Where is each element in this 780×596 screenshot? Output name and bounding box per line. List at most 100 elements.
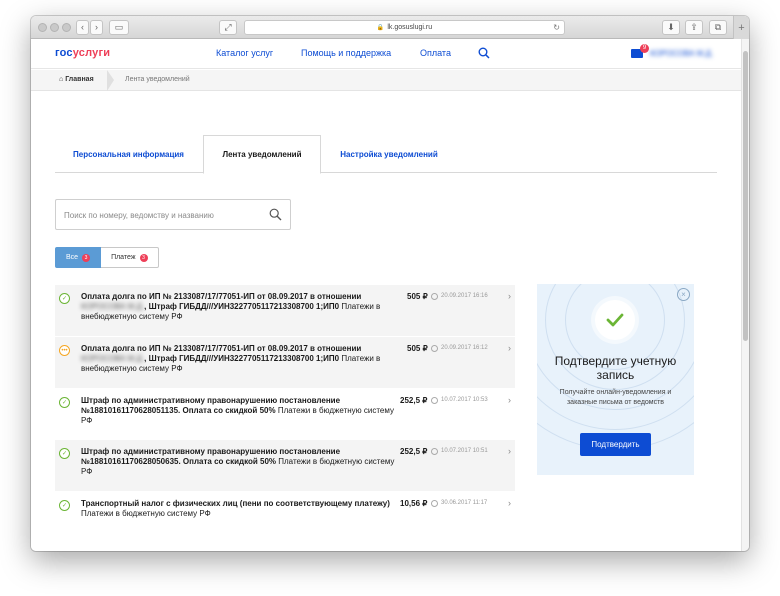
breadcrumb-home[interactable]: ⌂ Главная [59, 76, 94, 83]
forward-icon[interactable]: › [90, 20, 103, 35]
fullscreen-icon[interactable]: ⤢ [219, 20, 237, 35]
notification-amount: 505 ₽ [407, 292, 428, 301]
notification-title: Транспортный налог с физических лиц (пен… [81, 499, 390, 508]
breadcrumb-home-label: Главная [65, 76, 94, 83]
notification-amount: 10,56 ₽ [400, 499, 428, 508]
logo-text-accent: услуги [72, 47, 111, 59]
scrollbar[interactable] [741, 39, 749, 551]
notification-text: Штраф по административному правонарушени… [81, 396, 401, 426]
filter-payment[interactable]: Платеж 3 [101, 247, 159, 268]
home-icon: ⌂ [59, 76, 64, 83]
card-title: Подтвердите учетную запись [554, 354, 677, 382]
notification-title: Оплата долга по ИП № 2133087/17/77051-ИП… [81, 344, 362, 353]
notification-list: ✓ Оплата долга по ИП № 2133087/17/77051-… [55, 285, 515, 532]
zoom-window-button[interactable] [62, 23, 71, 32]
user-name[interactable]: КОРОСОВА М.Д. [650, 49, 713, 58]
notification-date: 20.09.2017 16:16 [441, 293, 488, 299]
tab-notifications-feed[interactable]: Лента уведомлений [203, 135, 321, 174]
hidden-name: КОРОСОВА М.Д. [81, 302, 145, 311]
notification-date: 10.07.2017 10:53 [441, 397, 488, 403]
notification-date: 20.09.2017 16:12 [441, 345, 488, 351]
notification-amount: 505 ₽ [407, 344, 428, 353]
notification-text: Штраф по административному правонарушени… [81, 447, 401, 477]
new-tab-icon[interactable]: + [733, 16, 749, 39]
status-done-icon: ✓ [59, 293, 70, 304]
confirm-button[interactable]: Подтвердить [580, 433, 651, 456]
address-bar[interactable]: 🔒 lk.gosuslugi.ru ↻ [244, 20, 565, 35]
nav-catalog-link[interactable]: Каталог услуг [216, 48, 273, 58]
filter-payment-label: Платеж [111, 254, 136, 261]
notification-text: Оплата долга по ИП № 2133087/17/77051-ИП… [81, 344, 401, 374]
tab-personal-info[interactable]: Персональная информация [55, 135, 202, 173]
breadcrumb: ⌂ Главная Лента уведомлений [31, 70, 741, 91]
sidebar-icon[interactable]: ▭ [109, 20, 129, 35]
logo-text-main: гос [55, 47, 73, 59]
clock-icon [431, 397, 438, 404]
breadcrumb-current: Лента уведомлений [125, 76, 190, 83]
chevron-right-icon: › [508, 395, 511, 405]
minimize-window-button[interactable] [50, 23, 59, 32]
clock-icon [431, 500, 438, 507]
hidden-name: КОРОСОВА М.Д. [81, 354, 145, 363]
page-content: госуслуги Каталог услуг Помощь и поддерж… [31, 39, 741, 551]
site-header: госуслуги Каталог услуг Помощь и поддерж… [31, 39, 741, 69]
confirm-account-card: × Подтвердите учетную запись Получайте о… [537, 284, 694, 475]
share-icon[interactable]: ⇪ [685, 20, 703, 35]
back-icon[interactable]: ‹ [76, 20, 89, 35]
notification-title-cont: , Штраф ГИБДД///УИН3227705117213308700 1… [144, 354, 340, 363]
reload-icon[interactable]: ↻ [553, 23, 560, 32]
status-done-icon: ✓ [59, 448, 70, 459]
notification-title: Оплата долга по ИП № 2133087/17/77051-ИП… [81, 292, 362, 301]
browser-toolbar: ‹ › ▭ ⤢ 🔒 lk.gosuslugi.ru ↻ ⬇ ⇪ ⧉ + [31, 16, 749, 39]
notification-item[interactable]: ••• Оплата долга по ИП № 2133087/17/7705… [55, 337, 515, 388]
filter-all-count: 3 [82, 253, 91, 262]
nav-help-link[interactable]: Помощь и поддержка [301, 48, 391, 58]
tab-bar: Персональная информация Лента уведомлени… [55, 135, 717, 174]
address-text: lk.gosuslugi.ru [387, 24, 433, 31]
check-icon [595, 300, 635, 340]
chevron-right-icon: › [508, 291, 511, 301]
downloads-icon[interactable]: ⬇ [662, 20, 680, 35]
notification-text: Транспортный налог с физических лиц (пен… [81, 499, 401, 519]
mail-badge: 9 [640, 44, 649, 53]
filter-payment-count: 3 [139, 253, 148, 262]
status-done-icon: ✓ [59, 500, 70, 511]
breadcrumb-separator [107, 70, 114, 91]
notification-amount: 252,5 ₽ [400, 396, 428, 405]
clock-icon [431, 448, 438, 455]
search-box [55, 199, 291, 230]
notification-date: 10.07.2017 10:51 [441, 448, 488, 454]
nav-payment-link[interactable]: Оплата [420, 48, 451, 58]
status-done-icon: ✓ [59, 397, 70, 408]
tab-notification-settings[interactable]: Настройка уведомлений [323, 135, 455, 173]
status-pending-icon: ••• [59, 345, 70, 356]
notification-title-cont: , Штраф ГИБДД///УИН3227705117213308700 1… [144, 302, 340, 311]
clock-icon [431, 293, 438, 300]
notification-date: 30.06.2017 11:17 [441, 500, 488, 506]
filter-group: Все 3 Платеж 3 [55, 247, 159, 268]
clock-icon [431, 345, 438, 352]
tabs-overview-icon[interactable]: ⧉ [709, 20, 727, 35]
chevron-right-icon: › [508, 446, 511, 456]
search-icon[interactable] [269, 208, 282, 221]
close-window-button[interactable] [38, 23, 47, 32]
notification-amount: 252,5 ₽ [400, 447, 428, 456]
search-input[interactable] [64, 208, 264, 222]
filter-all-label: Все [66, 254, 79, 261]
search-icon[interactable] [478, 47, 490, 59]
lock-icon: 🔒 [376, 25, 385, 31]
gosuslugi-logo[interactable]: госуслуги [55, 47, 110, 59]
card-description: Получайте онлайн-уведомления и заказные … [559, 389, 672, 406]
notification-item[interactable]: ✓ Транспортный налог с физических лиц (п… [55, 492, 515, 532]
chevron-right-icon: › [508, 343, 511, 353]
scrollbar-thumb[interactable] [743, 51, 748, 341]
notification-item[interactable]: ✓ Штраф по административному правонаруше… [55, 440, 515, 491]
notification-subtitle: Платежи в бюджетную систему РФ [81, 509, 211, 518]
notification-item[interactable]: ✓ Штраф по административному правонаруше… [55, 389, 515, 440]
chevron-right-icon: › [508, 498, 511, 508]
filter-all[interactable]: Все 3 [55, 247, 102, 268]
notification-item[interactable]: ✓ Оплата долга по ИП № 2133087/17/77051-… [55, 285, 515, 336]
notification-text: Оплата долга по ИП № 2133087/17/77051-ИП… [81, 292, 401, 322]
close-icon[interactable]: × [677, 288, 690, 301]
browser-window: ‹ › ▭ ⤢ 🔒 lk.gosuslugi.ru ↻ ⬇ ⇪ ⧉ + госу… [31, 16, 749, 551]
